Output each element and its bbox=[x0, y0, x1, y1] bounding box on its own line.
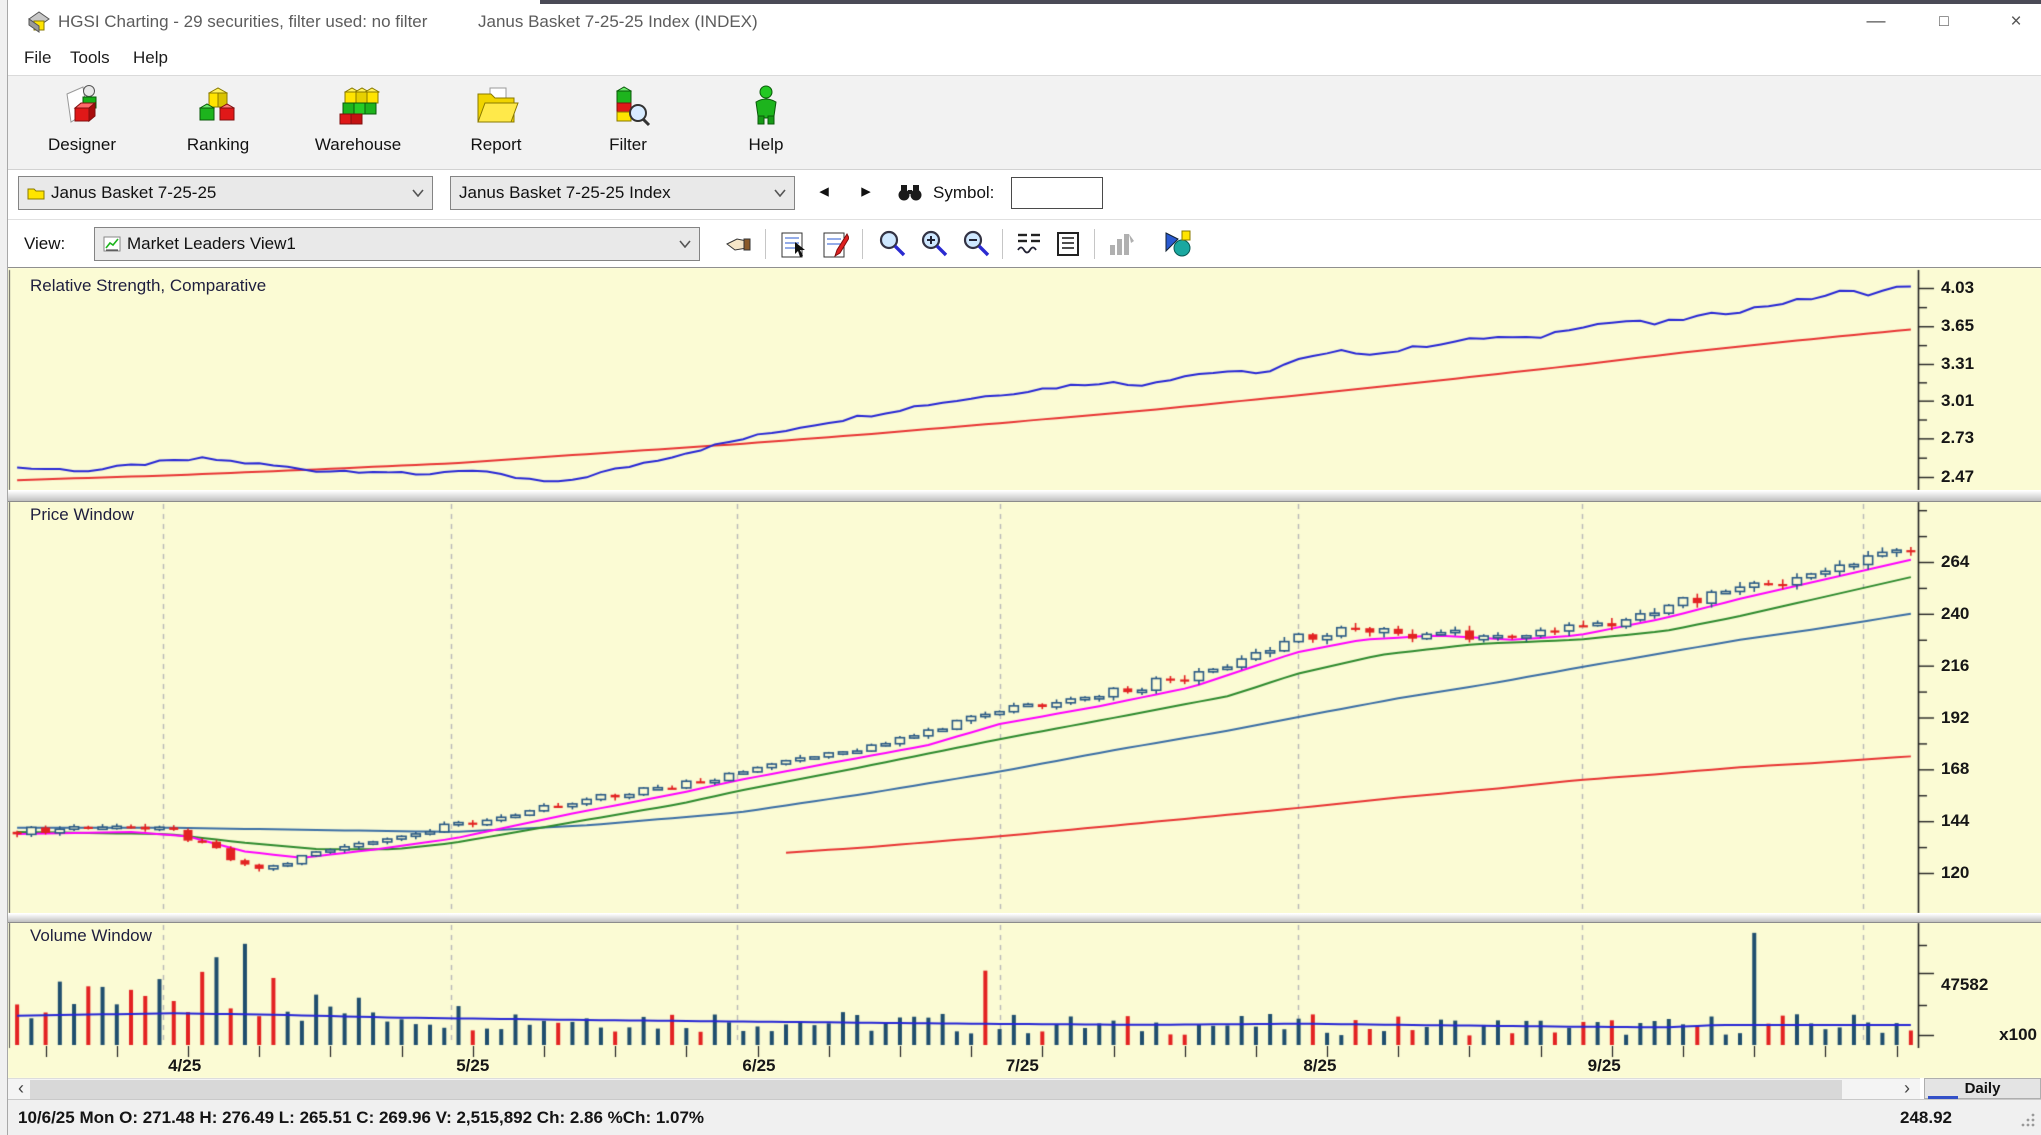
indicator-lines-icon bbox=[1017, 233, 1040, 254]
report-list-icon bbox=[1057, 232, 1079, 256]
timeframe-underline bbox=[1928, 1096, 1958, 1099]
selector-bar: Janus Basket 7-25-25 Janus Basket 7-25-2… bbox=[8, 171, 2041, 217]
edit-pencil-icon bbox=[823, 232, 849, 258]
chevron-down-icon bbox=[679, 240, 691, 248]
view-bar: View: Market Leaders View1 bbox=[8, 219, 2041, 267]
horizontal-scrollbar[interactable]: ‹ › bbox=[8, 1078, 1920, 1099]
view-combobox[interactable]: Market Leaders View1 bbox=[94, 227, 700, 261]
cursor-price-value: 248.92 bbox=[1900, 1108, 1952, 1127]
toolbar-button-warehouse[interactable]: Warehouse bbox=[306, 82, 410, 166]
report-view-button[interactable] bbox=[1050, 227, 1086, 261]
main-toolbar: Designer Ranking Warehouse Report Filter… bbox=[8, 75, 2041, 170]
edit-chart-button[interactable] bbox=[816, 227, 854, 261]
folder-icon bbox=[27, 188, 45, 200]
window-title: HGSI Charting - 29 securities, filter us… bbox=[58, 12, 428, 31]
indicator-settings-button[interactable] bbox=[1010, 227, 1048, 261]
toolbar-label: Designer bbox=[47, 135, 117, 154]
scroll-left-button[interactable]: ‹ bbox=[10, 1079, 32, 1100]
toolbar-button-report[interactable]: Report bbox=[444, 82, 548, 166]
toolbar-label: Warehouse bbox=[314, 135, 402, 154]
previous-security-button[interactable]: ◂ bbox=[808, 178, 840, 208]
zoom-in-icon bbox=[921, 230, 948, 257]
warehouse-icon bbox=[339, 87, 381, 125]
quote-readout: 10/6/25 Mon O: 271.48 H: 276.49 L: 265.5… bbox=[18, 1108, 705, 1127]
maximize-button[interactable]: □ bbox=[1921, 6, 1967, 38]
close-button[interactable]: × bbox=[1993, 6, 2039, 38]
titlebar: HGSI Charting - 29 securities, filter us… bbox=[8, 0, 2041, 44]
volume-panel-title: Volume Window bbox=[30, 926, 152, 945]
rs-panel-title: Relative Strength, Comparative bbox=[30, 276, 267, 295]
chevron-down-icon bbox=[774, 189, 786, 197]
pointer-tool-button[interactable] bbox=[720, 227, 756, 261]
chart-style-button[interactable] bbox=[1156, 227, 1200, 261]
document-title: Janus Basket 7-25-25 Index (INDEX) bbox=[478, 12, 758, 31]
magnifier-icon bbox=[879, 230, 906, 257]
menu-item-help[interactable]: Help bbox=[127, 44, 174, 74]
chart-area-border bbox=[8, 267, 2041, 268]
app-window: HGSI Charting - 29 securities, filter us… bbox=[0, 0, 2041, 1135]
next-security-button[interactable]: ▸ bbox=[850, 178, 882, 208]
filter-icon bbox=[615, 86, 651, 127]
menu-item-file[interactable]: File bbox=[18, 44, 57, 74]
background-window-edge bbox=[0, 0, 8, 1135]
index-combobox[interactable]: Janus Basket 7-25-25 Index bbox=[450, 176, 795, 210]
toolbar-separator bbox=[862, 229, 863, 259]
basket-combobox[interactable]: Janus Basket 7-25-25 bbox=[18, 176, 433, 210]
zoom-in-button[interactable] bbox=[914, 227, 954, 261]
volume-axis-unit: x100 bbox=[1999, 1025, 2037, 1044]
pointing-hand-icon bbox=[726, 238, 751, 251]
help-icon bbox=[755, 85, 777, 125]
toolbar-label: Help bbox=[748, 135, 784, 154]
view-label: View: bbox=[24, 234, 66, 253]
ranking-icon bbox=[198, 87, 236, 121]
symbol-label: Symbol: bbox=[933, 183, 995, 202]
zoom-out-button[interactable] bbox=[956, 227, 996, 261]
menubar: File Tools Help bbox=[8, 44, 2041, 74]
chart-properties-button[interactable] bbox=[774, 227, 812, 261]
zoom-out-icon bbox=[963, 230, 990, 257]
toolbar-label: Ranking bbox=[186, 135, 250, 154]
panel-splitter[interactable] bbox=[8, 490, 2041, 502]
volume-axis-label: 47582 bbox=[1941, 975, 1989, 994]
binoculars-icon bbox=[898, 185, 922, 201]
panel-splitter[interactable] bbox=[8, 913, 2041, 923]
properties-sheet-icon bbox=[781, 232, 805, 258]
toolbar-button-help[interactable]: Help bbox=[714, 82, 818, 166]
chart-icon bbox=[103, 236, 121, 252]
chart-disabled-button bbox=[1102, 227, 1140, 261]
chart-style-icon bbox=[1165, 230, 1191, 257]
report-icon bbox=[477, 87, 519, 123]
index-combobox-value: Janus Basket 7-25-25 Index bbox=[459, 183, 671, 202]
resize-grip[interactable] bbox=[2020, 1112, 2036, 1128]
toolbar-label: Filter bbox=[609, 135, 647, 154]
toolbar-label: Report bbox=[470, 135, 522, 154]
scroll-right-button[interactable]: › bbox=[1896, 1079, 1918, 1100]
scrollbar-thumb[interactable] bbox=[30, 1080, 1842, 1099]
view-combobox-value: Market Leaders View1 bbox=[127, 234, 296, 253]
find-symbol-button[interactable] bbox=[892, 178, 928, 208]
price-panel-title: Price Window bbox=[30, 505, 134, 524]
bar-chart-gray-icon bbox=[1110, 234, 1134, 255]
toolbar-button-ranking[interactable]: Ranking bbox=[166, 82, 270, 166]
minimize-button[interactable]: — bbox=[1853, 6, 1899, 38]
symbol-input[interactable] bbox=[1011, 177, 1103, 209]
toolbar-separator bbox=[1094, 229, 1095, 259]
statusbar: 10/6/25 Mon O: 271.48 H: 276.49 L: 265.5… bbox=[0, 1099, 2041, 1135]
app-icon bbox=[28, 11, 50, 33]
chevron-down-icon bbox=[412, 189, 424, 197]
zoom-tool-button[interactable] bbox=[872, 227, 912, 261]
background-window-top-edge bbox=[540, 0, 2041, 4]
toolbar-button-designer[interactable]: Designer bbox=[30, 82, 134, 166]
toolbar-separator bbox=[765, 229, 766, 259]
toolbar-button-filter[interactable]: Filter bbox=[576, 82, 680, 166]
toolbar-separator bbox=[1002, 229, 1003, 259]
designer-icon bbox=[66, 85, 97, 123]
basket-combobox-value: Janus Basket 7-25-25 bbox=[51, 183, 217, 202]
menu-item-tools[interactable]: Tools bbox=[64, 44, 116, 74]
